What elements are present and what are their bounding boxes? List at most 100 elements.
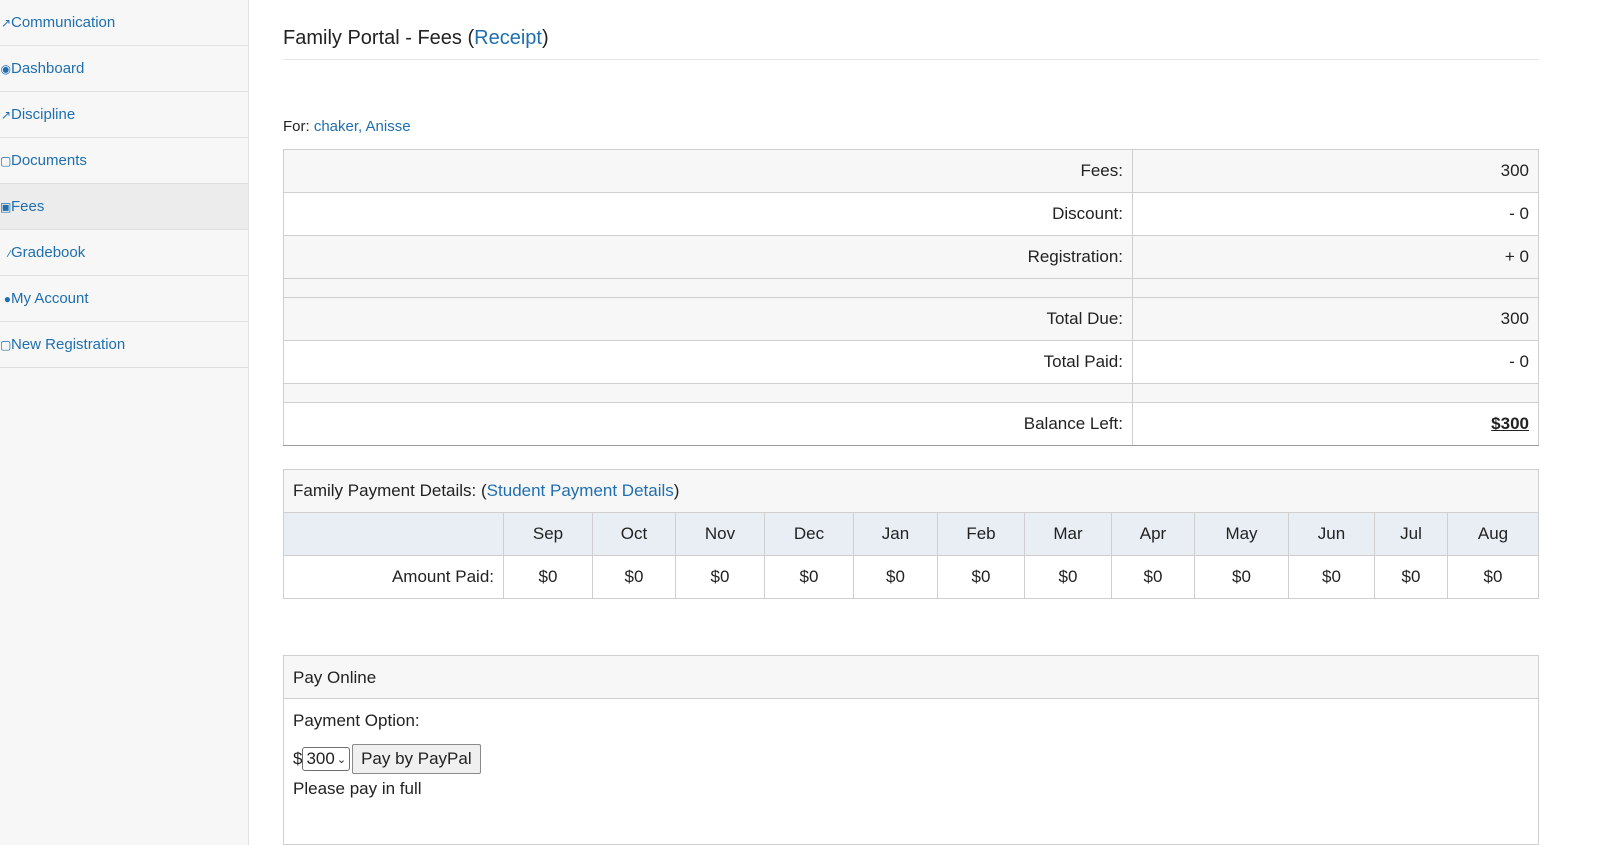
total-paid-label: Total Paid: xyxy=(283,340,1133,384)
amount-paid-row: Amount Paid: $0 $0 $0 $0 $0 $0 $0 $0 $0 … xyxy=(283,555,1539,599)
sidebar-item-label: Communication xyxy=(11,14,116,31)
caption-suffix: ) xyxy=(673,481,680,500)
amount-cell: $0 xyxy=(1288,555,1375,599)
sidebar-item-dashboard[interactable]: ◉ Dashboard xyxy=(0,46,248,92)
for-label: For: xyxy=(283,118,310,135)
table-row: Fees: 300 xyxy=(283,149,1539,193)
selected-amount: 300 xyxy=(306,749,335,768)
month-header: Dec xyxy=(764,512,854,556)
table-row: Registration: + 0 xyxy=(283,235,1539,279)
total-paid-value: - 0 xyxy=(1132,340,1539,384)
chevron-down-icon: ⌄ xyxy=(336,753,347,766)
sidebar-item-new-registration[interactable]: ▢ New Registration xyxy=(0,322,248,368)
amount-cell: $0 xyxy=(1024,555,1112,599)
payment-details-caption-row: Family Payment Details: (Student Payment… xyxy=(283,469,1539,513)
sidebar-item-label: Documents xyxy=(11,152,87,169)
sidebar-item-fees[interactable]: ▣ Fees xyxy=(0,184,248,230)
sidebar-item-my-account[interactable]: ● My Account xyxy=(0,276,248,322)
pay-note: Please pay in full xyxy=(293,779,422,798)
total-due-label: Total Due: xyxy=(283,297,1133,341)
sidebar-item-documents[interactable]: ▢ Documents xyxy=(0,138,248,184)
megaphone-icon: ↗ xyxy=(0,15,11,30)
spacer-row xyxy=(283,278,1539,298)
sidebar-item-label: Dashboard xyxy=(11,60,85,77)
student-payment-details-link[interactable]: Student Payment Details xyxy=(487,481,674,500)
amount-paid-label: Amount Paid: xyxy=(283,555,504,599)
amount-cell: $0 xyxy=(1374,555,1448,599)
spacer-row xyxy=(283,383,1539,403)
empty-header-cell xyxy=(283,512,504,556)
month-header: Oct xyxy=(592,512,676,556)
month-header: Feb xyxy=(937,512,1025,556)
month-header: May xyxy=(1194,512,1289,556)
sidebar-item-label: Fees xyxy=(11,198,45,215)
amount-cell: $0 xyxy=(675,555,765,599)
pay-online-panel: Pay Online Payment Option: $ 300 ⌄ Pay by… xyxy=(283,655,1539,845)
total-due-value: 300 xyxy=(1132,297,1539,341)
book-icon: ⁄ xyxy=(8,245,11,260)
amount-cell: $0 xyxy=(503,555,593,599)
sidebar-item-communication[interactable]: ↗ Communication xyxy=(0,0,248,46)
for-line: For: chaker, Anisse xyxy=(283,118,1539,135)
month-header: Apr xyxy=(1111,512,1195,556)
month-header: Nov xyxy=(675,512,765,556)
balance-amount: $300 xyxy=(1491,414,1529,433)
payment-details-caption: Family Payment Details: (Student Payment… xyxy=(283,469,1539,513)
receipt-link[interactable]: Receipt xyxy=(474,27,542,49)
month-header: Jun xyxy=(1288,512,1375,556)
title-suffix: ) xyxy=(541,27,549,49)
balance-left-value: $300 xyxy=(1132,402,1539,446)
main-content: Family Portal - Fees (Receipt) For: chak… xyxy=(283,0,1539,845)
pay-online-body: Payment Option: $ 300 ⌄ Pay by PayPal Ple… xyxy=(284,699,1538,811)
sidebar-item-gradebook[interactable]: ⁄ Gradebook xyxy=(0,230,248,276)
sidebar-item-discipline[interactable]: ↗ Discipline xyxy=(0,92,248,138)
pay-by-paypal-button[interactable]: Pay by PayPal xyxy=(352,744,481,774)
document-icon: ▢ xyxy=(0,153,11,168)
currency-symbol: $ xyxy=(293,749,303,768)
user-icon: ● xyxy=(3,291,11,306)
month-header: Jan xyxy=(853,512,938,556)
registration-label: Registration: xyxy=(283,235,1133,279)
month-header: Aug xyxy=(1447,512,1539,556)
fees-summary-table: Fees: 300 Discount: - 0 Registration: + … xyxy=(283,149,1539,446)
amount-cell: $0 xyxy=(853,555,938,599)
balance-left-label: Balance Left: xyxy=(283,402,1133,446)
sidebar-item-label: Discipline xyxy=(11,106,76,123)
amount-cell: $0 xyxy=(937,555,1025,599)
pay-online-title: Pay Online xyxy=(284,656,1538,699)
table-row: Total Paid: - 0 xyxy=(283,340,1539,384)
sidebar: ↗ Communication ◉ Dashboard ↗ Discipline… xyxy=(0,0,249,845)
payment-details-table: Family Payment Details: (Student Payment… xyxy=(283,469,1539,599)
student-link[interactable]: chaker, Anisse xyxy=(314,118,411,135)
sidebar-item-label: Gradebook xyxy=(11,244,86,261)
fees-value: 300 xyxy=(1132,149,1539,193)
table-row: Balance Left: $300 xyxy=(283,402,1539,446)
gavel-icon: ↗ xyxy=(0,107,11,122)
table-row: Total Due: 300 xyxy=(283,297,1539,341)
pay-row: $ 300 ⌄ Pay by PayPal xyxy=(293,744,1529,774)
amount-cell: $0 xyxy=(592,555,676,599)
month-header: Mar xyxy=(1024,512,1112,556)
sidebar-item-label: New Registration xyxy=(11,336,126,353)
amount-select[interactable]: 300 ⌄ xyxy=(302,747,351,771)
amount-cell: $0 xyxy=(764,555,854,599)
page-title: Family Portal - Fees (Receipt) xyxy=(283,0,1539,60)
table-row: Discount: - 0 xyxy=(283,192,1539,236)
month-header: Sep xyxy=(503,512,593,556)
registration-value: + 0 xyxy=(1132,235,1539,279)
amount-cell: $0 xyxy=(1447,555,1539,599)
sidebar-item-label: My Account xyxy=(11,290,89,307)
discount-value: - 0 xyxy=(1132,192,1539,236)
payment-option-label: Payment Option: xyxy=(293,711,420,730)
month-header: Jul xyxy=(1374,512,1448,556)
form-icon: ▢ xyxy=(0,337,11,352)
amount-cell: $0 xyxy=(1194,555,1289,599)
discount-label: Discount: xyxy=(283,192,1133,236)
title-prefix: Family Portal - Fees ( xyxy=(283,27,475,49)
caption-prefix: Family Payment Details: ( xyxy=(293,481,487,500)
money-icon: ▣ xyxy=(0,199,11,214)
amount-cell: $0 xyxy=(1111,555,1195,599)
dashboard-icon: ◉ xyxy=(0,61,11,76)
months-header-row: Sep Oct Nov Dec Jan Feb Mar Apr May Jun … xyxy=(283,512,1539,556)
fees-label: Fees: xyxy=(283,149,1133,193)
